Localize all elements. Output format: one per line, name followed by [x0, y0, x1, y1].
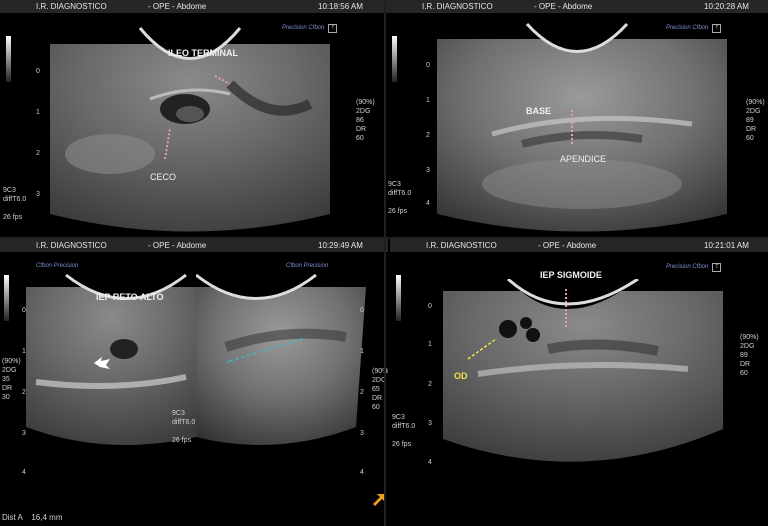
timestamp: 10:20:28 AM [704, 2, 749, 11]
ultrasound-panel-ileo: I.R. DIAGNOSTICO - OPE - Abdome 10:18:56… [0, 0, 384, 237]
label-iep-reto-alto: IEP RETO ALTO [96, 292, 164, 302]
svg-text:+: + [226, 357, 231, 366]
probe-info: 9C3 diffT6.0 26 fps [3, 187, 27, 221]
gain-params: (90%) 2DG 89 DR 60 [740, 334, 759, 377]
label-apendice: APENDICE [560, 154, 607, 164]
probe-info: 9C3 diffT6.0 26 fps [172, 410, 196, 444]
ultrasound-image [443, 279, 723, 462]
measure-unit: mm [49, 513, 63, 522]
probe-info: 9C3 diffT6.0 26 fps [388, 181, 412, 215]
measure-value: 16,4 [31, 513, 47, 522]
grayscale-bar [6, 36, 11, 82]
timestamp: 10:21:01 AM [704, 241, 749, 250]
svg-text:+: + [299, 335, 304, 344]
ultrasound-panel-apendice: I.R. DIAGNOSTICO - OPE - Abdome 10:20:28… [386, 0, 768, 237]
label-ileo-terminal: ILEO TERMINAL [168, 48, 238, 58]
panel-header: I.R. DIAGNOSTICO - OPE - Abdome 10:21:01… [390, 239, 768, 252]
clinic-name: I.R. DIAGNOSTICO [36, 2, 107, 11]
measurement-readout: Dist A 16,4 mm [2, 513, 62, 522]
grayscale-bar [392, 36, 397, 82]
ultrasound-panel-sigmoide: I.R. DIAGNOSTICO - OPE - Abdome 10:21:01… [390, 239, 768, 526]
ultrasound-image [50, 14, 330, 232]
gain-params: (90%) 2DG 86 DR 60 [356, 99, 375, 142]
exam-name: - OPE - Abdome [534, 2, 593, 11]
timestamp: 10:18:56 AM [318, 2, 363, 11]
grayscale-bar [4, 275, 9, 321]
exam-name: - OPE - Abdome [148, 2, 207, 11]
grayscale-bar [396, 275, 401, 321]
vendor-logos: Precision Cfbon T [666, 263, 722, 272]
panel-header: I.R. DIAGNOSTICO - OPE - Abdome 10:18:56… [0, 0, 384, 13]
ultrasound-image-right: + + [196, 267, 366, 445]
exam-name: - OPE - Abdome [148, 241, 207, 250]
label-od: OD [454, 371, 468, 381]
ultrasound-image [437, 14, 727, 232]
timestamp: 10:29:49 AM [318, 241, 363, 250]
clinic-name: I.R. DIAGNOSTICO [422, 2, 493, 11]
label-iep-sigmoide: IEP SIGMOIDE [540, 270, 602, 280]
exam-name: - OPE - Abdome [538, 241, 597, 250]
t-icon: T [712, 263, 722, 272]
measure-label: Dist A [2, 513, 23, 522]
gain-params-left: (90%) 2DG 35 DR 30 [2, 358, 21, 401]
label-ceco: CECO [150, 172, 177, 182]
panel-header: I.R. DIAGNOSTICO - OPE - Abdome 10:29:49… [0, 239, 388, 252]
gain-params: (90%) 2DG 89 DR 60 [746, 99, 765, 142]
panel-divider-vertical [384, 0, 386, 526]
panel-divider-horizontal [0, 237, 768, 239]
clinic-name: I.R. DIAGNOSTICO [36, 241, 107, 250]
clinic-name: I.R. DIAGNOSTICO [426, 241, 497, 250]
panel-header: I.R. DIAGNOSTICO - OPE - Abdome 10:20:28… [386, 0, 768, 13]
probe-info: 9C3 diffT6.0 26 fps [392, 414, 416, 448]
label-base: BASE [526, 106, 552, 116]
ultrasound-panel-reto: I.R. DIAGNOSTICO - OPE - Abdome 10:29:49… [0, 239, 388, 526]
